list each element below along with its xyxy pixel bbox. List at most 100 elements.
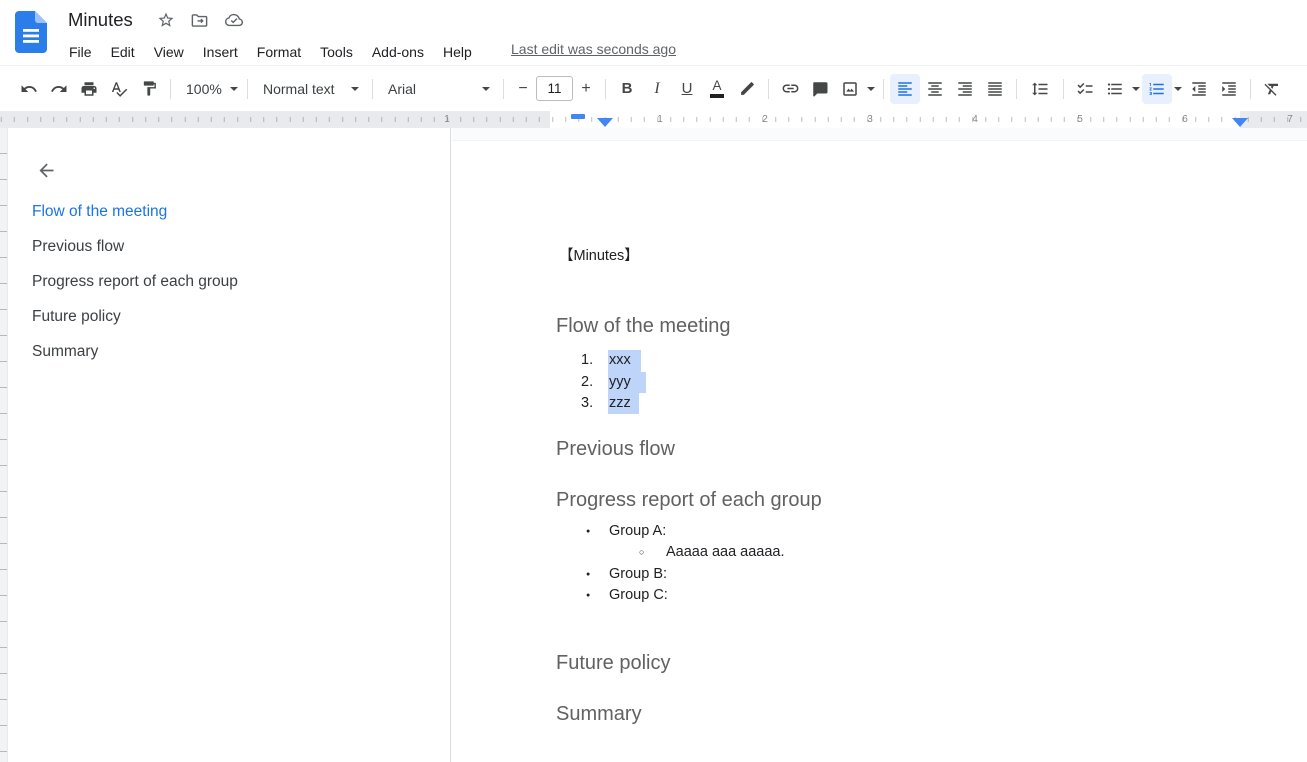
ruler-number: 4 xyxy=(969,112,981,127)
redo-icon xyxy=(50,80,68,98)
right-indent-marker[interactable] xyxy=(1232,118,1248,127)
undo-icon xyxy=(20,80,38,98)
left-indent-marker[interactable] xyxy=(597,118,613,127)
document-page[interactable]: 【Minutes】 Flow of the meeting 1. xxx 2. … xyxy=(452,140,1307,762)
menu-item[interactable]: Add-ons xyxy=(371,44,425,60)
image-icon xyxy=(841,80,859,98)
insert-image-button[interactable] xyxy=(835,74,865,104)
outline-item[interactable]: Progress report of each group xyxy=(8,264,450,299)
insert-image-menu-arrow[interactable] xyxy=(865,74,877,104)
increase-font-size-button[interactable]: + xyxy=(573,74,599,104)
numbered-list-item[interactable]: 1. xxx xyxy=(556,350,1307,371)
checklist-button[interactable] xyxy=(1070,74,1100,104)
selected-text[interactable]: yyy xyxy=(608,372,646,393)
chevron-down-icon xyxy=(230,87,238,91)
bullet-list-item[interactable]: ○ Aaaaa aaa aaaaa. xyxy=(556,542,1307,563)
print-button[interactable] xyxy=(74,74,104,104)
ruler-number: 7 xyxy=(1284,112,1296,127)
menu-item[interactable]: File xyxy=(68,44,93,60)
increase-indent-button[interactable] xyxy=(1214,74,1244,104)
align-left-icon xyxy=(896,80,914,98)
ruler-number: 3 xyxy=(864,112,876,127)
spell-check-button[interactable] xyxy=(104,74,134,104)
ruler-number: 1 xyxy=(654,112,666,127)
doc-paragraph-intro[interactable]: 【Minutes】 xyxy=(559,246,1307,267)
align-left-button[interactable] xyxy=(890,74,920,104)
text-color-swatch xyxy=(710,94,724,98)
menu-item[interactable]: Insert xyxy=(202,44,239,60)
doc-heading-summary[interactable]: Summary xyxy=(556,702,1307,726)
decrease-indent-button[interactable] xyxy=(1184,74,1214,104)
increase-indent-icon xyxy=(1220,80,1238,98)
paint-format-icon xyxy=(141,80,158,97)
toolbar-divider xyxy=(503,79,504,99)
print-icon xyxy=(80,80,98,98)
decrease-font-size-button[interactable]: − xyxy=(510,74,536,104)
clear-formatting-icon xyxy=(1263,80,1281,98)
highlight-color-button[interactable] xyxy=(732,74,762,104)
close-outline-button[interactable] xyxy=(34,158,58,182)
star-icon[interactable] xyxy=(157,11,175,29)
selected-text[interactable]: zzz xyxy=(608,393,639,414)
numbered-list-item[interactable]: 2. yyy xyxy=(556,372,1307,393)
decrease-indent-icon xyxy=(1190,80,1208,98)
document-title[interactable]: Minutes xyxy=(68,9,133,31)
menu-item[interactable]: Format xyxy=(256,44,302,60)
vertical-ruler xyxy=(0,128,8,762)
underline-button[interactable]: U xyxy=(672,74,702,104)
bulleted-list-menu-arrow[interactable] xyxy=(1130,74,1142,104)
move-to-folder-icon[interactable] xyxy=(190,11,209,30)
cloud-saved-icon[interactable] xyxy=(224,10,244,30)
justify-button[interactable] xyxy=(980,74,1010,104)
doc-heading-previous[interactable]: Previous flow xyxy=(556,437,1307,461)
numbered-list-item[interactable]: 3. zzz xyxy=(556,393,1307,414)
chevron-down-icon xyxy=(482,87,490,91)
outline-item[interactable]: Summary xyxy=(8,334,450,369)
bullet-text[interactable]: Group C: xyxy=(609,585,668,606)
first-line-indent-marker[interactable] xyxy=(571,114,585,119)
align-center-button[interactable] xyxy=(920,74,950,104)
bold-button[interactable]: B xyxy=(612,74,642,104)
doc-bullet-list: ● Group A: ○ Aaaaa aaa aaaaa. ● Group B: xyxy=(556,521,1307,606)
numbered-list-button[interactable] xyxy=(1142,74,1172,104)
paint-format-button[interactable] xyxy=(134,74,164,104)
paragraph-style-select[interactable]: Normal text xyxy=(254,74,366,104)
redo-button[interactable] xyxy=(44,74,74,104)
selected-text[interactable]: xxx xyxy=(608,350,641,371)
menu-item[interactable]: Help xyxy=(442,44,473,60)
font-family-select[interactable]: Arial xyxy=(379,74,497,104)
outline-item[interactable]: Previous flow xyxy=(8,229,450,264)
zoom-select[interactable]: 100% xyxy=(177,74,241,104)
outline-item[interactable]: Future policy xyxy=(8,299,450,334)
bullet-text[interactable]: Group B: xyxy=(609,564,667,585)
menu-item[interactable]: Tools xyxy=(319,44,354,60)
bullet-text[interactable]: Group A: xyxy=(609,521,666,542)
menu-item[interactable]: Edit xyxy=(110,44,136,60)
align-right-button[interactable] xyxy=(950,74,980,104)
clear-formatting-button[interactable] xyxy=(1257,74,1287,104)
menu-item[interactable]: View xyxy=(153,44,185,60)
bullet-list-item[interactable]: ● Group A: xyxy=(556,521,1307,542)
font-size-input[interactable]: 11 xyxy=(536,76,573,101)
bullet-list-item[interactable]: ● Group B: xyxy=(556,564,1307,585)
undo-button[interactable] xyxy=(14,74,44,104)
insert-link-button[interactable] xyxy=(775,74,805,104)
doc-heading-progress[interactable]: Progress report of each group xyxy=(556,488,1307,512)
doc-heading-future[interactable]: Future policy xyxy=(556,651,1307,675)
bullet-list-item[interactable]: ● Group C: xyxy=(556,585,1307,606)
outline-list: Flow of the meeting Previous flow Progre… xyxy=(8,194,450,369)
bulleted-list-icon xyxy=(1106,80,1124,98)
numbered-list-menu-arrow[interactable] xyxy=(1172,74,1184,104)
bulleted-list-button[interactable] xyxy=(1100,74,1130,104)
outline-item[interactable]: Flow of the meeting xyxy=(8,194,450,229)
bullet-glyph: ● xyxy=(586,564,609,585)
docs-logo-icon[interactable] xyxy=(15,11,47,53)
text-color-button[interactable]: A xyxy=(702,74,732,104)
last-edit-link[interactable]: Last edit was seconds ago xyxy=(511,41,676,57)
doc-heading-flow[interactable]: Flow of the meeting xyxy=(556,314,1307,338)
bullet-text[interactable]: Aaaaa aaa aaaaa. xyxy=(666,542,785,563)
add-comment-button[interactable] xyxy=(805,74,835,104)
italic-button[interactable]: I xyxy=(642,74,672,104)
line-spacing-button[interactable] xyxy=(1023,74,1057,104)
ruler-number: 2 xyxy=(759,112,771,127)
